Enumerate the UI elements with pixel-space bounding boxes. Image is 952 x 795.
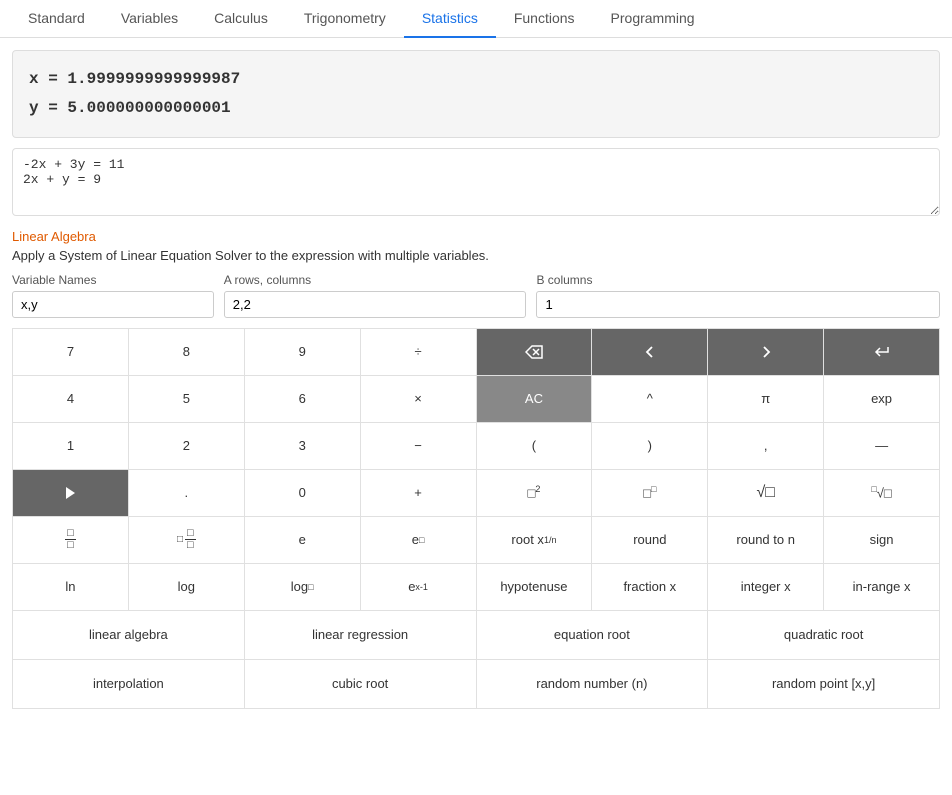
btn-enter[interactable] <box>824 329 939 375</box>
btn-comma[interactable]: , <box>708 423 823 469</box>
bottom-rows: linear algebra linear regression equatio… <box>12 611 940 709</box>
btn-power[interactable]: ^ <box>592 376 707 422</box>
tab-functions[interactable]: Functions <box>496 0 593 38</box>
variable-names-label: Variable Names <box>12 273 214 287</box>
btn-random-point[interactable]: random point [x,y] <box>708 660 939 708</box>
btn-divide[interactable]: ÷ <box>361 329 476 375</box>
nav-tabs: Standard Variables Calculus Trigonometry… <box>0 0 952 38</box>
btn-7[interactable]: 7 <box>13 329 128 375</box>
variable-names-input[interactable] <box>12 291 214 318</box>
btn-multiply[interactable]: × <box>361 376 476 422</box>
btn-hypotenuse[interactable]: hypotenuse <box>477 564 592 610</box>
btn-e-power[interactable]: e□ <box>361 517 476 563</box>
btn-backspace[interactable] <box>477 329 592 375</box>
btn-1[interactable]: 1 <box>13 423 128 469</box>
tab-trigonometry[interactable]: Trigonometry <box>286 0 404 38</box>
backspace-icon <box>525 345 543 359</box>
play-icon <box>64 486 76 500</box>
result-line2: y = 5.000000000000001 <box>29 94 923 123</box>
sqrt-symbol: √□ <box>756 484 774 502</box>
btn-minus[interactable]: − <box>361 423 476 469</box>
a-rows-input[interactable] <box>224 291 527 318</box>
tab-calculus[interactable]: Calculus <box>196 0 286 38</box>
tab-standard[interactable]: Standard <box>10 0 103 38</box>
btn-5[interactable]: 5 <box>129 376 244 422</box>
btn-fraction-x[interactable]: fraction x <box>592 564 707 610</box>
btn-close-paren[interactable]: ) <box>592 423 707 469</box>
btn-6[interactable]: 6 <box>245 376 360 422</box>
section-label: Linear Algebra <box>12 229 940 244</box>
btn-cubic-root[interactable]: cubic root <box>245 660 476 708</box>
tab-variables[interactable]: Variables <box>103 0 196 38</box>
btn-mixed-fraction[interactable]: □ □ □ <box>129 517 244 563</box>
btn-log-base[interactable]: log□ <box>245 564 360 610</box>
equation-input[interactable]: -2x + 3y = 11 2x + y = 9 <box>12 148 940 216</box>
tab-statistics[interactable]: Statistics <box>404 0 496 38</box>
result-display: x = 1.9999999999999987 y = 5.00000000000… <box>12 50 940 138</box>
param-variable-names: Variable Names <box>12 273 214 318</box>
left-arrow-icon <box>643 345 657 359</box>
btn-ac[interactable]: AC <box>477 376 592 422</box>
right-arrow-icon <box>759 345 773 359</box>
btn-fraction[interactable]: □ □ <box>13 517 128 563</box>
btn-ln[interactable]: ln <box>13 564 128 610</box>
btn-open-paren[interactable]: ( <box>477 423 592 469</box>
b-cols-input[interactable] <box>536 291 940 318</box>
btn-pi[interactable]: π <box>708 376 823 422</box>
param-b-cols: B columns <box>536 273 940 318</box>
btn-integer-x[interactable]: integer x <box>708 564 823 610</box>
btn-dot[interactable]: . <box>129 470 244 516</box>
btn-interpolation[interactable]: interpolation <box>13 660 244 708</box>
btn-3[interactable]: 3 <box>245 423 360 469</box>
btn-sqrt[interactable]: √□ <box>708 470 823 516</box>
section-desc: Apply a System of Linear Equation Solver… <box>12 248 940 263</box>
btn-log[interactable]: log <box>129 564 244 610</box>
main-content: x = 1.9999999999999987 y = 5.00000000000… <box>0 38 952 721</box>
fraction-symbol: □ □ <box>65 528 76 551</box>
btn-play[interactable] <box>13 470 128 516</box>
power-n-symbol: □□ <box>643 484 656 500</box>
btn-random-number[interactable]: random number (n) <box>477 660 708 708</box>
param-a-rows: A rows, columns <box>224 273 527 318</box>
a-rows-label: A rows, columns <box>224 273 527 287</box>
square-symbol: □2 <box>528 484 541 500</box>
btn-nth-root[interactable]: □√□ <box>824 470 939 516</box>
btn-long-dash[interactable]: — <box>824 423 939 469</box>
params-row: Variable Names A rows, columns B columns <box>12 273 940 318</box>
btn-in-range-x[interactable]: in-range x <box>824 564 939 610</box>
result-line1: x = 1.9999999999999987 <box>29 65 923 94</box>
btn-linear-algebra[interactable]: linear algebra <box>13 611 244 659</box>
btn-equation-root[interactable]: equation root <box>477 611 708 659</box>
btn-round-to-n[interactable]: round to n <box>708 517 823 563</box>
btn-4[interactable]: 4 <box>13 376 128 422</box>
btn-2[interactable]: 2 <box>129 423 244 469</box>
btn-round[interactable]: round <box>592 517 707 563</box>
btn-square[interactable]: □2 <box>477 470 592 516</box>
btn-root-x[interactable]: root x1/n <box>477 517 592 563</box>
b-cols-label: B columns <box>536 273 940 287</box>
btn-plus[interactable]: + <box>361 470 476 516</box>
calculator-grid: 7 8 9 ÷ 4 5 6 × <box>12 328 940 611</box>
btn-e-x-minus1[interactable]: ex-1 <box>361 564 476 610</box>
btn-8[interactable]: 8 <box>129 329 244 375</box>
tab-programming[interactable]: Programming <box>593 0 713 38</box>
btn-linear-regression[interactable]: linear regression <box>245 611 476 659</box>
btn-9[interactable]: 9 <box>245 329 360 375</box>
btn-sign[interactable]: sign <box>824 517 939 563</box>
btn-quadratic-root[interactable]: quadratic root <box>708 611 939 659</box>
enter-icon <box>874 345 890 359</box>
btn-exp[interactable]: exp <box>824 376 939 422</box>
btn-left[interactable] <box>592 329 707 375</box>
btn-e[interactable]: e <box>245 517 360 563</box>
btn-power-n[interactable]: □□ <box>592 470 707 516</box>
nth-root-symbol: □√□ <box>871 484 891 500</box>
btn-right[interactable] <box>708 329 823 375</box>
mixed-fraction-symbol: □ □ □ <box>177 528 196 551</box>
btn-0[interactable]: 0 <box>245 470 360 516</box>
